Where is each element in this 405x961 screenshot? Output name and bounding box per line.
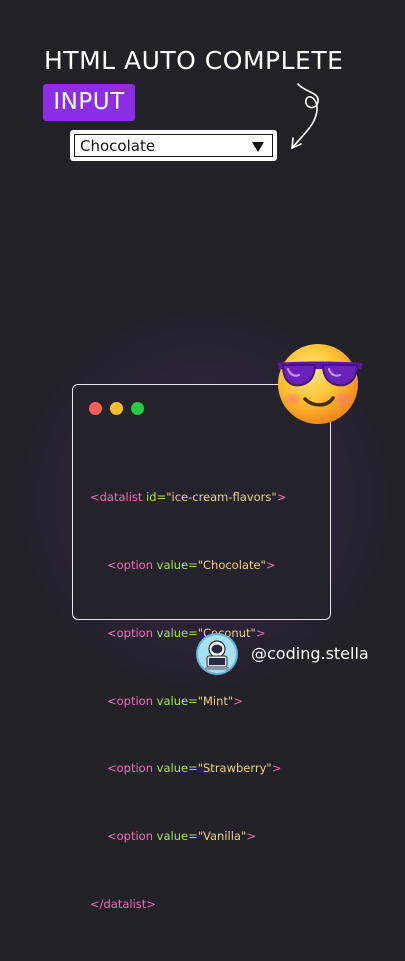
flavor-select-field[interactable]: Chocolate [74, 134, 273, 157]
maximize-dot [131, 402, 144, 415]
input-badge: INPUT [43, 84, 135, 121]
code-line: <datalist id="ice-cream-flavors"> [90, 490, 287, 505]
flavor-select-value: Chocolate [80, 136, 156, 155]
code-line: <option value="Strawberry"> [107, 761, 282, 776]
page-title: HTML AUTO COMPLETE [44, 46, 344, 75]
code-line: <option value="Vanilla"> [107, 829, 256, 844]
code-block: <datalist id="ice-cream-flavors"> <optio… [90, 441, 286, 961]
code-line: <option value="Coconut"> [107, 625, 266, 640]
code-line: <option value="Mint"> [107, 693, 243, 708]
minimize-dot [110, 402, 123, 415]
sunglasses-emoji-icon [277, 344, 363, 424]
close-dot [89, 402, 102, 415]
dropdown-triangle-icon[interactable] [252, 142, 264, 152]
window-controls [89, 402, 144, 415]
flavor-select[interactable]: Chocolate [70, 130, 277, 161]
code-line: <option value="Chocolate"> [107, 557, 276, 572]
astronaut-laptop-avatar-icon [196, 633, 238, 675]
curly-arrow-icon [291, 83, 319, 149]
code-line: </datalist> [90, 896, 156, 911]
author-handle[interactable]: @coding.stella [251, 644, 369, 663]
